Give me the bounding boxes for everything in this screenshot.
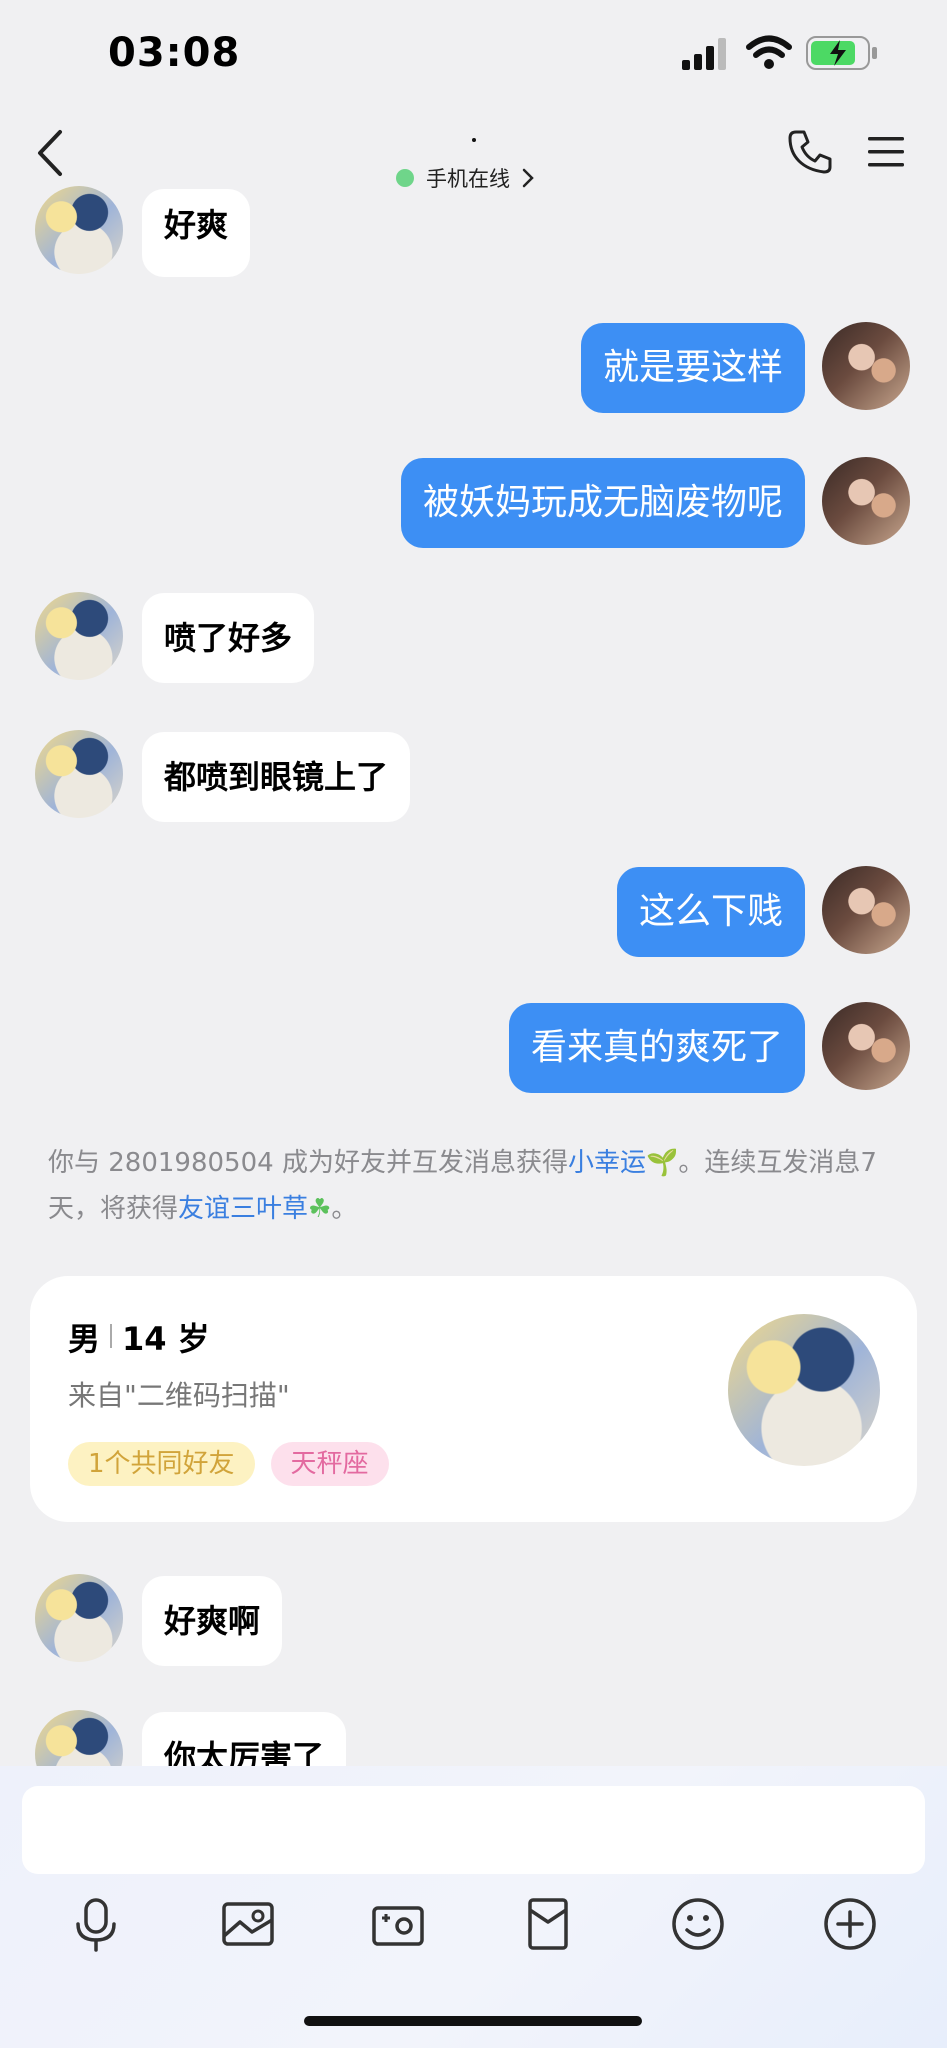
message-bubble-outgoing[interactable]: 被妖妈玩成无脑废物呢	[400, 458, 805, 548]
battery-icon	[806, 36, 877, 70]
mutual-friends-tag[interactable]: 1个共同好友	[68, 1442, 255, 1486]
message-bubble-outgoing[interactable]: 看来真的爽死了	[508, 1003, 805, 1093]
camera-icon[interactable]	[368, 1894, 428, 1954]
red-packet-icon[interactable]	[518, 1894, 578, 1954]
source-label: 来自"二维码扫描"	[68, 1379, 290, 1412]
message-input[interactable]	[22, 1786, 925, 1874]
back-icon[interactable]	[30, 128, 70, 178]
tag-list: 1个共同好友 天秤座	[68, 1442, 389, 1486]
message-bubble-incoming[interactable]: 好爽	[142, 189, 251, 277]
divider	[110, 1324, 112, 1348]
notice-text: 。	[331, 1194, 358, 1224]
avatar[interactable]	[822, 866, 910, 954]
avatar[interactable]	[35, 730, 123, 818]
message-bubble-outgoing[interactable]: 就是要这样	[580, 323, 805, 413]
profile-card[interactable]: 男 14 岁 来自"二维码扫描" 1个共同好友 天秤座	[30, 1276, 917, 1522]
online-dot-icon	[396, 169, 414, 187]
microphone-icon[interactable]	[66, 1894, 126, 1954]
avatar[interactable]	[35, 186, 123, 274]
age-label: 14 岁	[122, 1320, 210, 1358]
sprout-icon: 🌱	[645, 1148, 679, 1178]
emoji-icon[interactable]	[668, 1894, 728, 1954]
avatar[interactable]	[822, 1002, 910, 1090]
status-time: 03:08	[108, 30, 241, 76]
avatar[interactable]	[35, 592, 123, 680]
plus-icon[interactable]	[820, 1894, 880, 1954]
avatar[interactable]	[35, 1574, 123, 1662]
message-bubble-incoming[interactable]: 都喷到眼镜上了	[142, 732, 411, 822]
notice-text: 你与 2801980504 成为好友并互发消息获得	[48, 1148, 568, 1178]
signal-icon	[682, 38, 726, 70]
chevron-right-icon	[522, 168, 534, 188]
message-bubble-incoming[interactable]: 好爽啊	[142, 1576, 283, 1666]
lucky-link[interactable]: 小幸运	[568, 1148, 646, 1178]
online-status-text: 手机在线	[426, 167, 510, 191]
message-bubble-incoming[interactable]: 喷了好多	[142, 593, 315, 683]
image-icon[interactable]	[218, 1894, 278, 1954]
message-bubble-outgoing[interactable]: 这么下贱	[616, 867, 805, 957]
wifi-icon	[746, 35, 792, 69]
clover-link[interactable]: 友谊三叶草	[178, 1194, 308, 1224]
profile-avatar[interactable]	[728, 1314, 880, 1466]
online-status[interactable]: 手机在线	[396, 162, 534, 194]
gender-label: 男	[68, 1320, 101, 1358]
zodiac-tag: 天秤座	[270, 1442, 389, 1486]
menu-icon[interactable]	[866, 134, 906, 170]
home-indicator	[304, 2016, 642, 2026]
avatar[interactable]	[822, 457, 910, 545]
clover-icon: ☘	[308, 1194, 332, 1224]
chat-title	[472, 138, 476, 142]
phone-call-icon[interactable]	[786, 128, 834, 176]
friendship-notice: 你与 2801980504 成为好友并互发消息获得小幸运🌱。连续互发消息7天，将…	[48, 1140, 898, 1232]
avatar[interactable]	[822, 322, 910, 410]
